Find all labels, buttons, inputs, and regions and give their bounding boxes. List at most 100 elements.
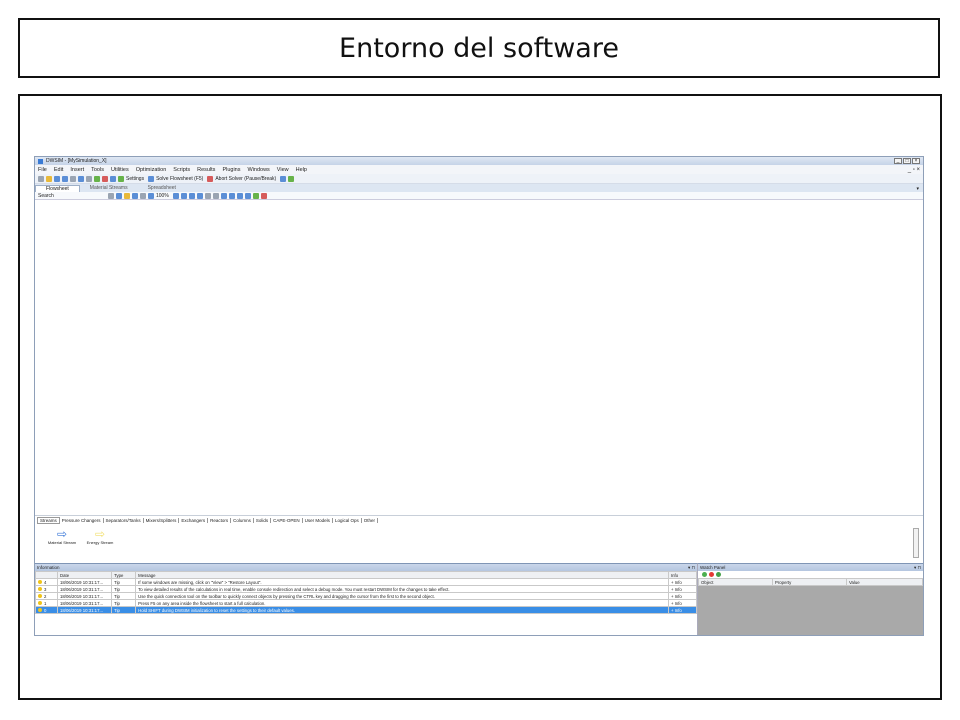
abort-solver-button[interactable]: Abort Solver (Pause/Break) bbox=[215, 176, 276, 182]
menu-tools[interactable]: Tools bbox=[91, 167, 104, 173]
column-header-date[interactable]: Date bbox=[57, 571, 113, 579]
column-header-property[interactable]: Property bbox=[772, 578, 847, 586]
align-left-icon[interactable] bbox=[236, 192, 243, 199]
row-info-button[interactable]: + Info bbox=[667, 578, 698, 586]
settings-icon[interactable] bbox=[118, 175, 124, 182]
menu-insert[interactable]: Insert bbox=[70, 167, 84, 173]
row-type: Tip bbox=[111, 578, 137, 586]
row-info-button[interactable]: + Info bbox=[667, 599, 698, 607]
palette-tab-reactors[interactable]: Reactors bbox=[208, 517, 232, 523]
menu-help[interactable]: Help bbox=[296, 167, 307, 173]
palette-tab-user-models[interactable]: User Models bbox=[303, 517, 333, 523]
abort-icon[interactable] bbox=[207, 175, 214, 182]
table-row[interactable]: 1 18/06/2019 10:31:17... Tip Press F5 on… bbox=[35, 599, 698, 607]
arrange-icon[interactable] bbox=[228, 192, 235, 199]
print-flowsheet-icon[interactable] bbox=[204, 192, 211, 199]
chart-icon[interactable] bbox=[252, 192, 259, 199]
zoom-in-icon[interactable] bbox=[172, 192, 179, 199]
property-package-icon[interactable] bbox=[102, 175, 108, 182]
search-label[interactable]: Search bbox=[38, 193, 108, 199]
copy-icon[interactable] bbox=[116, 192, 122, 199]
zoom-out-icon[interactable] bbox=[180, 192, 187, 199]
menu-windows[interactable]: Windows bbox=[247, 167, 269, 173]
table-row[interactable]: 2 18/06/2019 10:31:17... Tip Use the qui… bbox=[35, 592, 698, 600]
maximize-button[interactable]: □ bbox=[903, 158, 911, 164]
column-header-type[interactable]: Type bbox=[111, 571, 137, 579]
palette-tab-exchangers[interactable]: Exchangers bbox=[179, 517, 209, 523]
align-right-icon[interactable] bbox=[244, 192, 251, 199]
menu-utilities[interactable]: Utilities bbox=[111, 167, 129, 173]
solve-flowsheet-button[interactable]: Solve Flowsheet (F5) bbox=[156, 176, 203, 182]
info-icon[interactable] bbox=[110, 175, 116, 182]
palette-tab-mixers[interactable]: Mixers/Splitters bbox=[144, 517, 180, 523]
flag-icon[interactable] bbox=[288, 175, 295, 182]
palette-tab-other[interactable]: Other bbox=[362, 517, 378, 523]
menu-plugins[interactable]: Plugins bbox=[222, 167, 240, 173]
menu-scripts[interactable]: Scripts bbox=[173, 167, 190, 173]
menu-optimization[interactable]: Optimization bbox=[136, 167, 167, 173]
menu-results[interactable]: Results bbox=[197, 167, 215, 173]
row-info-button[interactable]: + Info bbox=[667, 585, 698, 593]
palette-tab-pressure-changers[interactable]: Pressure Changers bbox=[60, 517, 104, 523]
zoom-icon[interactable] bbox=[148, 192, 154, 199]
energy-stream-item[interactable]: ⇨ Energy Stream bbox=[81, 528, 119, 545]
palette-tab-logical-ops[interactable]: Logical Ops bbox=[333, 517, 362, 523]
menu-view[interactable]: View bbox=[277, 167, 289, 173]
palette-scrollbar[interactable] bbox=[913, 528, 919, 558]
palette-tab-solids[interactable]: Solids bbox=[254, 517, 272, 523]
highlight-icon[interactable] bbox=[260, 192, 267, 199]
dwsim-window: DWSIM - [MySimulation_X] _ □ × File Edit… bbox=[34, 156, 924, 636]
watch-pin-icon[interactable]: ▾ ⊓ bbox=[914, 565, 921, 571]
save-icon[interactable] bbox=[54, 175, 60, 182]
paste-icon[interactable] bbox=[124, 192, 130, 199]
tab-material-streams[interactable]: Material Streams bbox=[80, 185, 138, 192]
mdi-controls[interactable]: _ ▫ × bbox=[908, 167, 920, 173]
tab-spreadsheet[interactable]: Spreadsheet bbox=[138, 185, 186, 192]
row-info-button[interactable]: + Info bbox=[667, 606, 698, 614]
palette-tab-columns[interactable]: Columns bbox=[231, 517, 254, 523]
save-as-icon[interactable] bbox=[62, 175, 68, 182]
menu-file[interactable]: File bbox=[38, 167, 47, 173]
zoom-level[interactable]: 100% bbox=[156, 193, 169, 199]
column-header-object[interactable]: Object bbox=[698, 578, 773, 586]
palette-tab-cape-open[interactable]: CAPE-OPEN bbox=[271, 517, 303, 523]
palette-tab-separators[interactable]: Separators/Tanks bbox=[104, 517, 144, 523]
pin-icon[interactable]: ▾ ⊓ bbox=[688, 565, 695, 571]
layout-icon[interactable] bbox=[86, 175, 92, 182]
export-icon[interactable] bbox=[212, 192, 219, 199]
align-icon[interactable] bbox=[132, 192, 138, 199]
tabs-dropdown-icon[interactable]: ▾ bbox=[916, 186, 919, 192]
close-button[interactable]: × bbox=[912, 158, 920, 164]
solve-icon[interactable] bbox=[148, 175, 155, 182]
lightbulb-icon bbox=[38, 593, 42, 598]
zoom-fit-icon[interactable] bbox=[188, 192, 195, 199]
minimize-button[interactable]: _ bbox=[894, 158, 902, 164]
column-header-info[interactable]: Info bbox=[667, 571, 698, 579]
refresh-icon[interactable] bbox=[716, 572, 721, 577]
print-icon[interactable] bbox=[70, 175, 76, 182]
group-icon[interactable] bbox=[140, 192, 146, 199]
connect-icon[interactable] bbox=[220, 192, 227, 199]
component-icon[interactable] bbox=[94, 175, 100, 182]
material-stream-item[interactable]: ⇨ Material Stream bbox=[43, 528, 81, 545]
extra-tool-icon[interactable] bbox=[280, 175, 287, 182]
table-row[interactable]: 3 18/06/2019 10:31:17... Tip To view det… bbox=[35, 585, 698, 593]
new-file-icon[interactable] bbox=[38, 175, 44, 182]
table-row-selected[interactable]: 0 18/06/2019 10:31:17... Tip Hold SHIFT … bbox=[35, 606, 698, 614]
remove-watch-icon[interactable] bbox=[709, 572, 714, 577]
grid-icon[interactable] bbox=[196, 192, 203, 199]
menu-edit[interactable]: Edit bbox=[54, 167, 63, 173]
column-header-message[interactable]: Message bbox=[135, 571, 669, 579]
tab-flowsheet[interactable]: Flowsheet bbox=[35, 185, 80, 192]
settings-button[interactable]: Settings bbox=[126, 176, 144, 182]
palette-tab-streams[interactable]: Streams bbox=[37, 516, 60, 524]
row-info-button[interactable]: + Info bbox=[667, 592, 698, 600]
object-palette: Streams Pressure Changers Separators/Tan… bbox=[35, 515, 923, 561]
window-icon[interactable] bbox=[78, 175, 84, 182]
add-watch-icon[interactable] bbox=[702, 572, 707, 577]
open-folder-icon[interactable] bbox=[46, 175, 52, 182]
column-header-value[interactable]: Value bbox=[846, 578, 923, 586]
table-row[interactable]: 4 18/06/2019 10:31:17... Tip If some win… bbox=[35, 578, 698, 586]
flowsheet-canvas[interactable] bbox=[35, 208, 923, 514]
cut-icon[interactable] bbox=[108, 192, 114, 199]
